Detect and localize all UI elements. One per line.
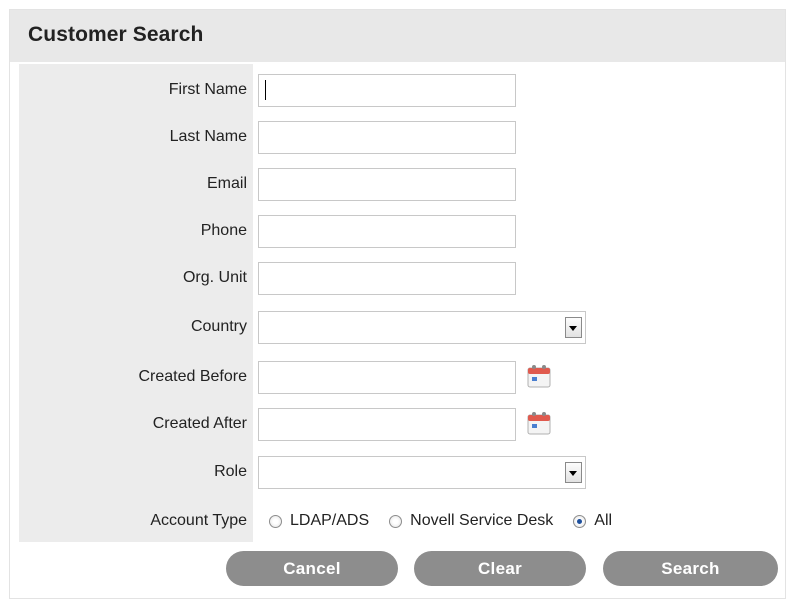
country-row: Country — [0, 307, 794, 347]
account-type-radio-group: LDAP/ADS Novell Service Desk All — [269, 501, 632, 541]
radio-button-selected[interactable] — [573, 514, 587, 528]
text-cursor — [265, 80, 266, 100]
page-title: Customer Search — [28, 23, 204, 46]
radio-novell-label: Novell Service Desk — [410, 512, 554, 529]
radio-novell-service-desk[interactable]: Novell Service Desk — [389, 512, 553, 530]
chevron-down-icon[interactable] — [565, 462, 582, 483]
last-name-label: Last Name — [169, 128, 247, 145]
search-button[interactable]: Search — [603, 551, 778, 586]
created-before-label: Created Before — [138, 368, 247, 385]
role-row: Role — [0, 452, 794, 492]
chevron-down-icon[interactable] — [565, 317, 582, 338]
phone-input[interactable] — [258, 215, 516, 248]
radio-all-label: All — [594, 512, 613, 529]
phone-label: Phone — [200, 222, 247, 239]
account-type-row: Account Type LDAP/ADS Novell Service Des… — [0, 501, 794, 541]
radio-ldap-label: LDAP/ADS — [290, 512, 370, 529]
org-unit-input[interactable] — [258, 262, 516, 295]
country-label: Country — [190, 318, 247, 335]
created-before-input[interactable] — [258, 361, 516, 394]
radio-ldap[interactable]: LDAP/ADS — [269, 512, 369, 530]
radio-button[interactable] — [269, 514, 282, 528]
created-after-row: Created After — [0, 404, 794, 444]
email-row: Email — [0, 164, 794, 204]
panel-header: Customer Search — [10, 10, 785, 62]
created-after-input[interactable] — [258, 408, 516, 441]
radio-all[interactable]: All — [573, 512, 612, 530]
account-type-label: Account Type — [150, 512, 247, 529]
created-before-row: Created Before — [0, 357, 794, 397]
role-label: Role — [214, 463, 247, 480]
email-input[interactable] — [258, 168, 516, 201]
first-name-input[interactable] — [258, 74, 516, 107]
org-unit-label: Org. Unit — [182, 269, 247, 286]
calendar-icon[interactable] — [526, 363, 552, 389]
role-select[interactable] — [258, 456, 586, 489]
first-name-label: First Name — [168, 81, 247, 98]
created-after-label: Created After — [152, 415, 247, 432]
country-select[interactable] — [258, 311, 586, 344]
last-name-row: Last Name — [0, 117, 794, 157]
org-unit-row: Org. Unit — [0, 258, 794, 298]
clear-button[interactable]: Clear — [414, 551, 586, 586]
last-name-input[interactable] — [258, 121, 516, 154]
radio-button[interactable] — [389, 514, 403, 528]
calendar-icon[interactable] — [526, 410, 552, 436]
first-name-row: First Name — [0, 70, 794, 110]
cancel-button[interactable]: Cancel — [226, 551, 398, 586]
email-label: Email — [206, 175, 247, 192]
phone-row: Phone — [0, 211, 794, 251]
